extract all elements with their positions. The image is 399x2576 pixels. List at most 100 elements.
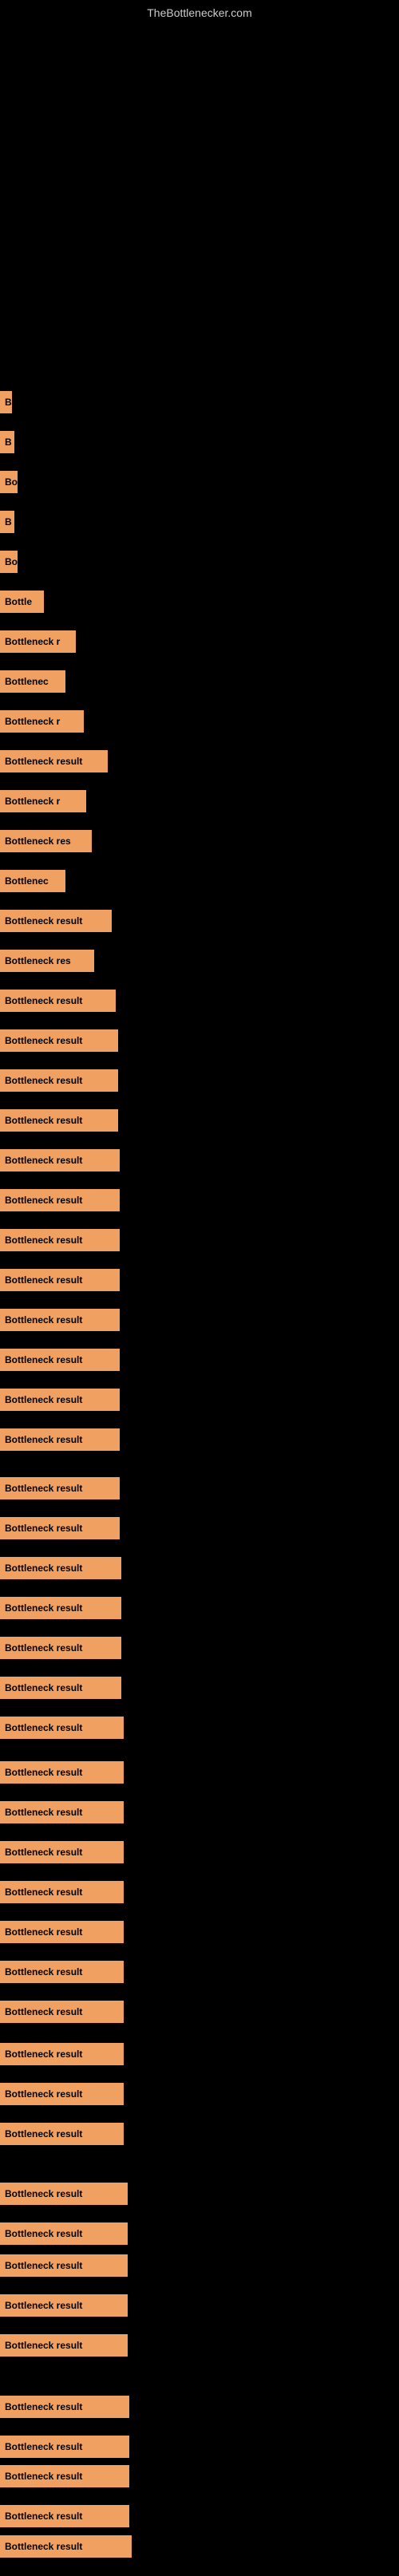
bottleneck-bar-row: Bottleneck result (0, 988, 116, 1017)
site-title: TheBottlenecker.com (0, 0, 399, 22)
bottleneck-bar: Bottleneck result (0, 2535, 132, 2558)
bottleneck-bar-row: Bottleneck result (0, 1427, 120, 1456)
bottleneck-bar-row: Bottleneck r (0, 629, 76, 658)
bottleneck-bar-row: Bottleneck result (0, 1635, 121, 1665)
bottleneck-bar: Bottleneck result (0, 2465, 129, 2487)
bottleneck-bar: Bottleneck result (0, 2436, 129, 2458)
bottleneck-bar-row: Bottleneck result (0, 2121, 124, 2151)
bottleneck-bar: Bottleneck result (0, 2222, 128, 2245)
bottleneck-bar: Bottleneck result (0, 2396, 129, 2418)
bottleneck-bar: Bottleneck result (0, 1349, 120, 1371)
bottleneck-bar-row: Bottleneck result (0, 1959, 124, 1989)
bottleneck-bar: Bottleneck result (0, 2043, 124, 2065)
bottleneck-bar-row: Bottleneck result (0, 2333, 128, 2362)
bottleneck-bar: Bottleneck result (0, 1269, 120, 1291)
bottleneck-bar: Bottleneck result (0, 1801, 124, 1823)
bottleneck-bar-row: Bottleneck result (0, 1879, 124, 1909)
bottleneck-bar: Bottleneck result (0, 1189, 120, 1211)
bottleneck-bar: Bottleneck result (0, 2083, 124, 2105)
bottleneck-bar: Bottleneck result (0, 1389, 120, 1411)
bottleneck-bar-row: Bottleneck result (0, 1267, 120, 1297)
bottleneck-bar-row: Bo (0, 549, 18, 579)
bottleneck-bar: Bo (0, 551, 18, 573)
bottleneck-bar: Bottleneck r (0, 790, 86, 812)
bottleneck-bar: Bottleneck res (0, 830, 92, 852)
bottleneck-bar-row: Bottleneck result (0, 1839, 124, 1869)
bottleneck-bar-row: Bottleneck result (0, 749, 108, 778)
bottleneck-bar-row: Bottleneck r (0, 788, 86, 818)
bottleneck-bar: Bottleneck result (0, 1517, 120, 1539)
bottleneck-bar: B (0, 391, 12, 413)
bottleneck-bar-row: Bottleneck result (0, 1715, 124, 1744)
bottleneck-bar-row: Bottleneck result (0, 2394, 129, 2424)
bottleneck-bar: Bottleneck res (0, 950, 94, 972)
bottleneck-bar-row: Bottleneck result (0, 2503, 129, 2533)
bottleneck-bar-row: Bottleneck result (0, 1919, 124, 1949)
bottleneck-bar-row: Bottleneck result (0, 1187, 120, 1217)
bottleneck-bar-row: Bottleneck result (0, 1515, 120, 1545)
bottleneck-bar: Bottleneck result (0, 2294, 128, 2317)
bottleneck-bar: B (0, 511, 14, 533)
bottleneck-bar: Bottleneck result (0, 1677, 121, 1699)
bottleneck-bar-row: B (0, 429, 14, 459)
bottleneck-bar: Bottle (0, 591, 44, 613)
bottleneck-bar: Bottleneck result (0, 1841, 124, 1863)
bottleneck-bar-row: Bottleneck result (0, 2181, 128, 2211)
bottleneck-bar-row: Bottleneck result (0, 1555, 121, 1585)
bottleneck-bar-row: Bo (0, 469, 18, 499)
bottleneck-bar-row: Bottleneck result (0, 1675, 121, 1705)
bottleneck-bar-row: Bottleneck result (0, 2253, 128, 2282)
bottleneck-bar-row: Bottleneck result (0, 1800, 124, 1829)
bottleneck-bar: B (0, 431, 14, 453)
bottleneck-bar: Bottleneck result (0, 2001, 124, 2023)
bottleneck-bar-row: Bottleneck result (0, 1347, 120, 1377)
bottleneck-bar: Bottleneck result (0, 1961, 124, 1983)
bottleneck-bar: Bottleneck result (0, 1881, 124, 1903)
bottleneck-bar: Bottleneck result (0, 2505, 129, 2527)
bottleneck-bar: Bottleneck result (0, 1069, 118, 1092)
bottleneck-bar-row: Bottleneck res (0, 828, 92, 858)
bottleneck-bar-row: Bottleneck result (0, 2463, 129, 2493)
bottleneck-bar: Bottleneck result (0, 2334, 128, 2357)
bottleneck-bar: Bottleneck result (0, 910, 112, 932)
bottleneck-bar-row: Bottleneck result (0, 2293, 128, 2322)
bottleneck-bar: Bottleneck result (0, 1921, 124, 1943)
bottleneck-bar: Bottleneck result (0, 1761, 124, 1784)
bottleneck-bar-row: Bottleneck result (0, 1148, 120, 1177)
bottleneck-bar: Bottleneck result (0, 1309, 120, 1331)
bottleneck-bar-row: Bottleneck result (0, 1227, 120, 1257)
bottleneck-bar-row: Bottleneck result (0, 2041, 124, 2071)
bottleneck-bar: Bottleneck result (0, 1029, 118, 1052)
bottleneck-bar: Bottleneck result (0, 2254, 128, 2277)
bottleneck-bar-row: Bottleneck result (0, 1387, 120, 1416)
bottleneck-bar-row: Bottleneck result (0, 2434, 129, 2463)
bottleneck-bar: Bo (0, 471, 18, 493)
bottleneck-bar: Bottlenec (0, 670, 65, 693)
bottleneck-bar: Bottleneck result (0, 1428, 120, 1451)
bottleneck-bar-row: Bottleneck result (0, 2221, 128, 2250)
bottleneck-bar: Bottleneck r (0, 710, 84, 733)
bottleneck-bar-row: Bottlenec (0, 669, 65, 698)
bottleneck-bar-row: Bottleneck result (0, 1028, 118, 1057)
bottleneck-bar-row: Bottle (0, 589, 44, 618)
bottleneck-bar: Bottleneck result (0, 1149, 120, 1171)
bottleneck-bar-row: Bottleneck result (0, 908, 112, 938)
bottleneck-bar: Bottleneck result (0, 2123, 124, 2145)
bottleneck-bar-row: Bottlenec (0, 868, 65, 898)
bottleneck-bar: Bottleneck result (0, 1229, 120, 1251)
bottleneck-bar-row: Bottleneck result (0, 1307, 120, 1337)
bottleneck-bar-row: B (0, 389, 12, 419)
bottleneck-bar: Bottleneck result (0, 1717, 124, 1739)
bottleneck-bar-row: Bottleneck result (0, 1760, 124, 1789)
bottleneck-bar-row: Bottleneck result (0, 1476, 120, 1505)
bottleneck-bar-row: Bottleneck result (0, 2534, 132, 2563)
bottleneck-bar-row: Bottleneck result (0, 1108, 118, 1137)
bottleneck-bar-row: Bottleneck r (0, 709, 84, 738)
bottleneck-bar-row: B (0, 509, 14, 539)
bottleneck-bar: Bottleneck result (0, 1637, 121, 1659)
bottleneck-bar: Bottleneck result (0, 1597, 121, 1619)
bottleneck-bar-row: Bottleneck res (0, 948, 94, 978)
bottleneck-bar: Bottleneck result (0, 750, 108, 772)
bottleneck-bar: Bottleneck result (0, 2183, 128, 2205)
bottleneck-bar: Bottleneck r (0, 630, 76, 653)
